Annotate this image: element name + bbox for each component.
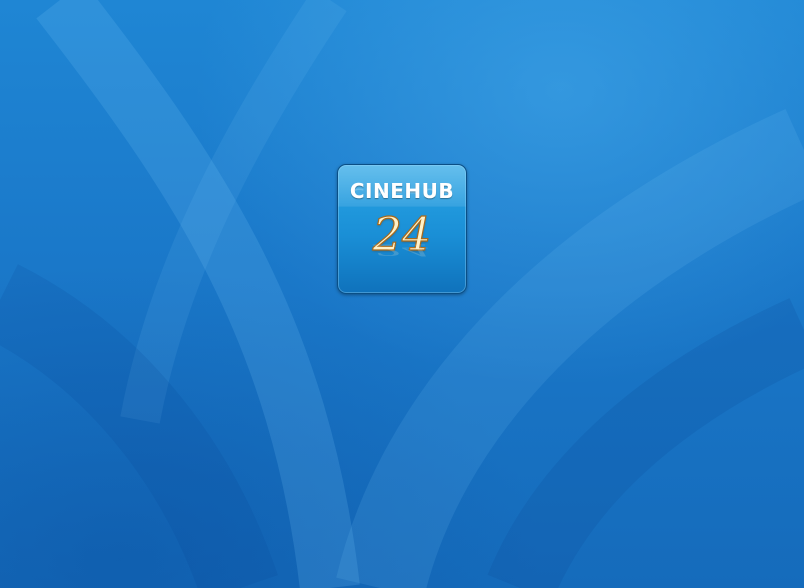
wallpaper-waves (0, 0, 804, 588)
cinehub-app-icon[interactable]: CINEHUB CINEHUB 24 24 (337, 164, 467, 294)
app-icon-number-reflection: 24 (372, 240, 432, 260)
app-icon-brand-reflection: CINEHUB (349, 185, 455, 199)
desktop-wallpaper: CINEHUB CINEHUB 24 24 (0, 0, 804, 588)
